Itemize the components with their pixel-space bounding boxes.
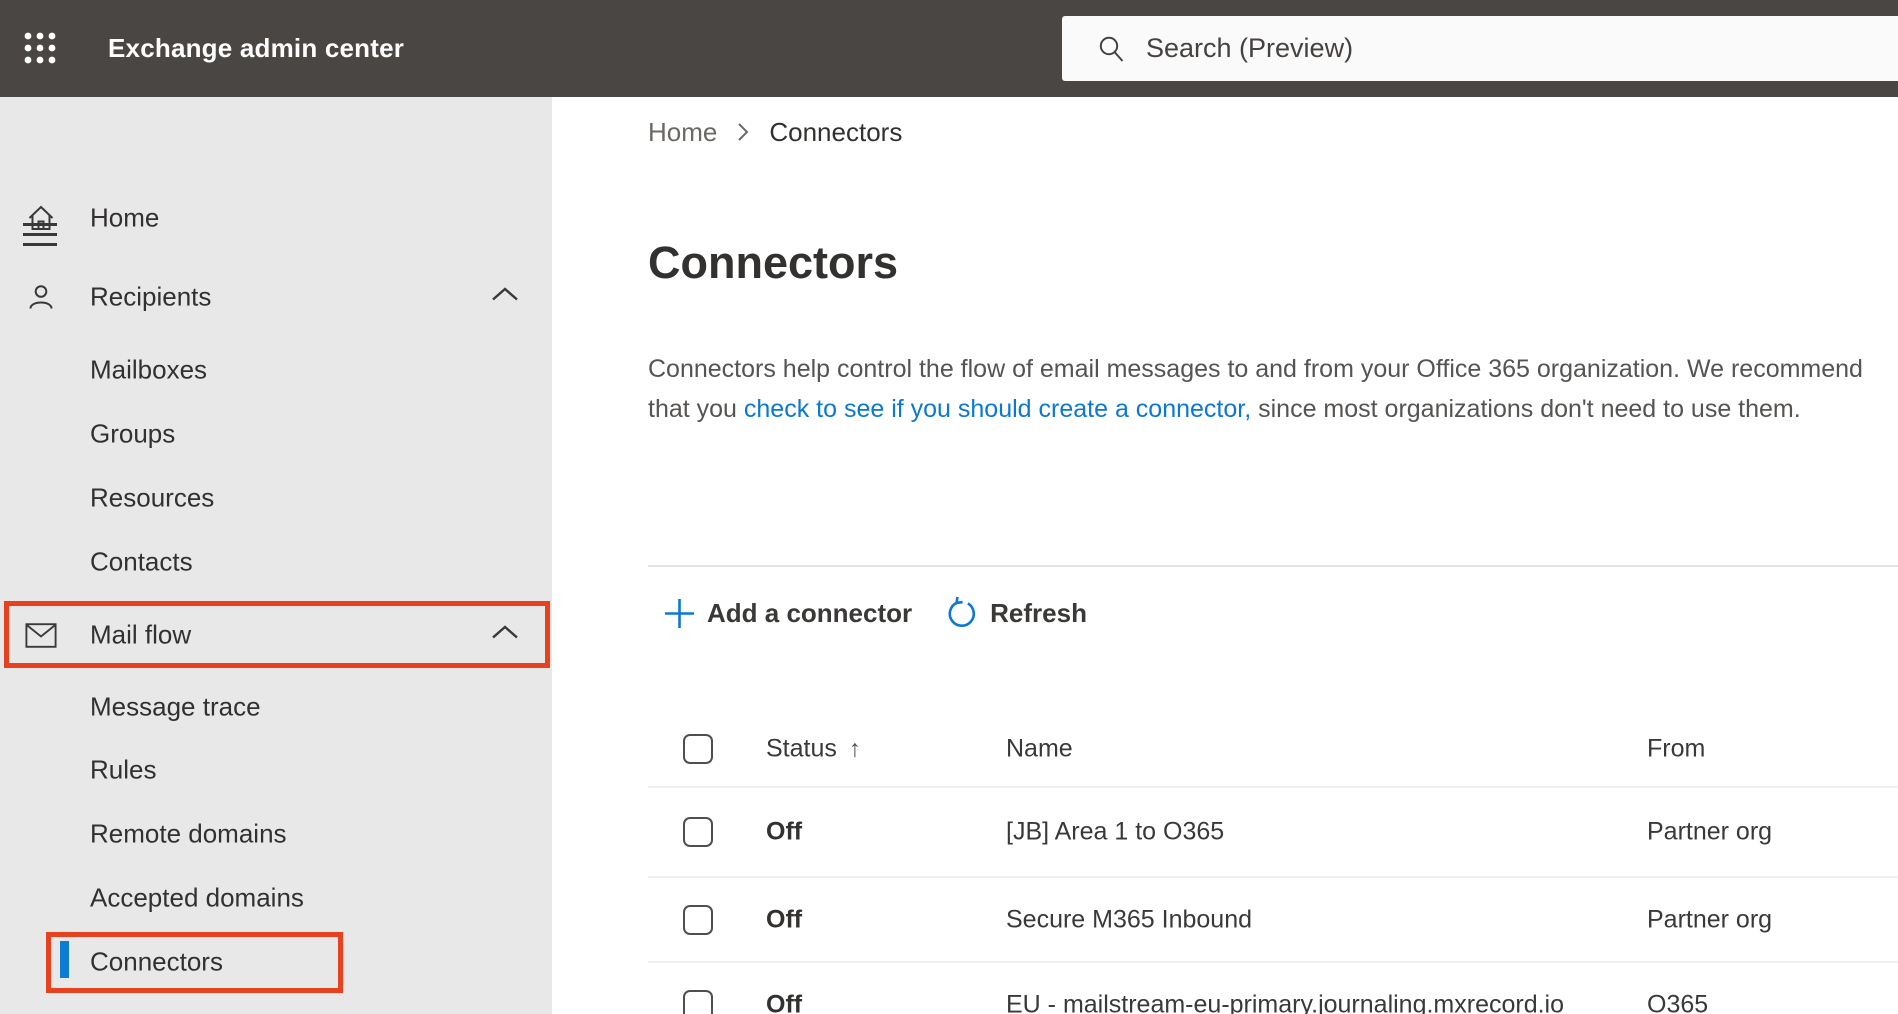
person-icon (25, 281, 57, 313)
sidebar-item-recipients[interactable]: Recipients (0, 271, 552, 323)
header-divider (648, 786, 1898, 788)
column-header-from[interactable]: From (1647, 735, 1705, 764)
add-connector-button[interactable]: Add a connector (663, 597, 912, 630)
column-header-status[interactable]: Status ↑ (766, 735, 861, 764)
sidebar-item-groups[interactable]: Groups (0, 408, 552, 460)
chevron-up-icon[interactable] (488, 623, 522, 648)
home-icon (25, 202, 57, 234)
breadcrumb: Home Connectors (648, 117, 902, 147)
sidebar-item-connectors[interactable]: Connectors (0, 936, 552, 988)
row-checkbox[interactable] (683, 817, 713, 847)
command-bar: Add a connector Refresh (663, 595, 1087, 631)
refresh-icon (948, 596, 976, 627)
sidebar-item-label: Contacts (90, 546, 193, 577)
row-name[interactable]: Secure M365 Inbound (1006, 906, 1252, 935)
waffle-icon (24, 32, 56, 64)
chevron-right-icon (735, 119, 751, 145)
breadcrumb-current: Connectors (769, 116, 903, 147)
page-title: Connectors (648, 237, 899, 288)
exchange-admin-center-window: Exchange admin center Home (0, 0, 1898, 1014)
sidebar-item-remote-domains[interactable]: Remote domains (0, 808, 552, 860)
selected-item-indicator (60, 941, 69, 978)
mail-icon (25, 619, 57, 651)
create-connector-check-link[interactable]: check to see if you should create a conn… (744, 395, 1251, 423)
search-input[interactable] (1144, 32, 1788, 65)
sidebar-item-label: Recipients (90, 281, 212, 312)
main-content: Home Connectors Connectors Connectors he… (552, 97, 1898, 1014)
row-checkbox[interactable] (683, 905, 713, 935)
left-navigation: Home Recipients Mailboxes Groups Resourc… (0, 97, 552, 1014)
top-app-bar: Exchange admin center (0, 0, 1898, 97)
table-row[interactable]: Off EU - mailstream-eu-primary.journalin… (552, 963, 1898, 1014)
refresh-label: Refresh (990, 597, 1087, 628)
plus-icon (665, 598, 694, 628)
sidebar-item-label: Remote domains (90, 818, 287, 849)
page-description: Connectors help control the flow of emai… (648, 349, 1886, 429)
row-from: O365 (1647, 990, 1709, 1014)
table-row[interactable]: Off [JB] Area 1 to O365 Partner org (552, 790, 1898, 874)
sidebar-item-label: Message trace (90, 691, 261, 722)
row-name[interactable]: [JB] Area 1 to O365 (1006, 818, 1224, 847)
sidebar-item-label: Groups (90, 418, 176, 449)
sort-ascending-icon: ↑ (848, 735, 861, 762)
chevron-up-icon[interactable] (488, 285, 522, 310)
refresh-button[interactable]: Refresh (945, 596, 1087, 630)
row-from: Partner org (1647, 905, 1773, 934)
sidebar-item-label: Mailboxes (90, 354, 208, 385)
sidebar-item-label: Resources (90, 482, 215, 513)
column-header-name[interactable]: Name (1006, 735, 1073, 764)
toolbar-top-divider (648, 565, 1898, 567)
row-status: Off (766, 905, 803, 934)
add-connector-label: Add a connector (707, 597, 913, 628)
sidebar-item-home[interactable]: Home (0, 192, 552, 244)
sidebar-item-mail-flow[interactable]: Mail flow (0, 609, 552, 661)
app-title: Exchange admin center (108, 33, 405, 63)
table-header-row: Status ↑ Name From (552, 724, 1898, 774)
sidebar-item-label: Mail flow (90, 619, 192, 650)
sidebar-item-label: Accepted domains (90, 882, 304, 913)
sidebar-item-label: Rules (90, 754, 157, 785)
sidebar-item-rules[interactable]: Rules (0, 744, 552, 796)
global-search-box[interactable] (1062, 16, 1898, 81)
sidebar-item-label: Home (90, 202, 160, 233)
search-icon (1099, 36, 1124, 62)
row-checkbox[interactable] (683, 990, 713, 1014)
description-text: since most organizations don't need to u… (1251, 395, 1801, 423)
row-status: Off (766, 817, 803, 846)
breadcrumb-home-link[interactable]: Home (648, 117, 717, 148)
row-status: Off (766, 990, 803, 1014)
row-name[interactable]: EU - mailstream-eu-primary.journaling.mx… (1006, 991, 1564, 1014)
select-all-checkbox[interactable] (683, 734, 713, 764)
row-from: Partner org (1647, 817, 1773, 846)
app-launcher-button[interactable] (22, 30, 58, 66)
sidebar-item-contacts[interactable]: Contacts (0, 536, 552, 588)
table-row[interactable]: Off Secure M365 Inbound Partner org (552, 878, 1898, 962)
sidebar-item-message-trace[interactable]: Message trace (0, 681, 552, 733)
sidebar-item-resources[interactable]: Resources (0, 472, 552, 524)
sidebar-item-accepted-domains[interactable]: Accepted domains (0, 872, 552, 924)
sidebar-item-mailboxes[interactable]: Mailboxes (0, 344, 552, 396)
sidebar-item-label: Connectors (90, 946, 223, 977)
